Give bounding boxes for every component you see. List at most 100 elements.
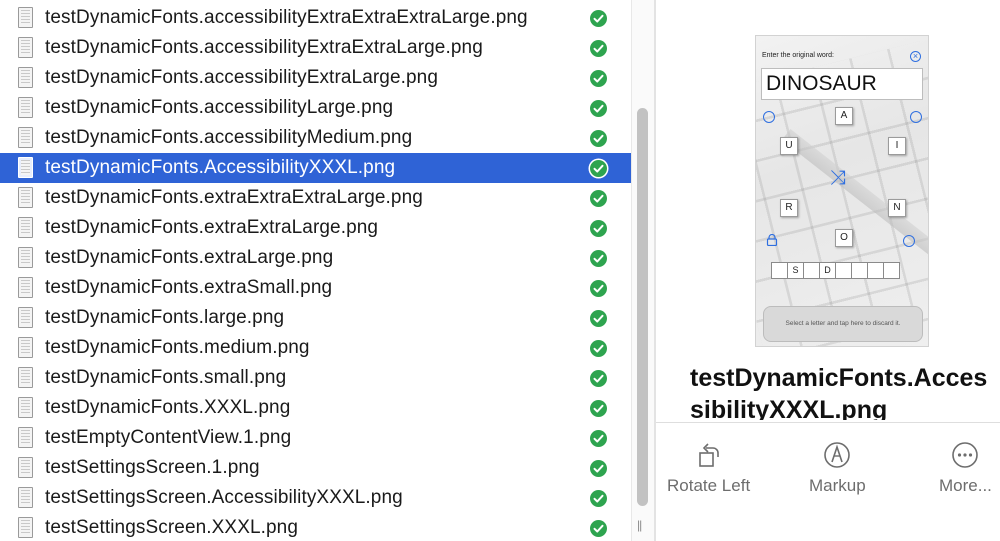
lock-icon <box>766 234 778 246</box>
file-list-row[interactable]: testDynamicFonts.extraLarge.png <box>0 243 631 273</box>
png-file-icon <box>18 187 33 208</box>
submit-arrow-icon <box>903 235 915 247</box>
scrollbar-thumb[interactable] <box>637 108 648 506</box>
png-file-icon <box>18 67 33 88</box>
png-file-icon <box>18 277 33 298</box>
shuffle-icon: ⤨ <box>830 167 846 189</box>
refresh-icon <box>910 111 922 123</box>
split-resize-handle[interactable]: || <box>637 518 642 532</box>
checkmark-icon <box>590 430 607 447</box>
thumbnail-hint: Select a letter and tap here to discard … <box>763 306 923 342</box>
preview-thumbnail: Enter the original word: × DINOSAUR A U … <box>755 35 929 347</box>
file-name: testDynamicFonts.extraSmall.png <box>45 277 333 298</box>
png-file-icon <box>18 517 33 538</box>
file-list-row[interactable]: testDynamicFonts.small.png <box>0 363 631 393</box>
png-file-icon <box>18 157 33 178</box>
checkmark-icon <box>590 190 607 207</box>
checkmark-icon <box>590 340 607 357</box>
file-name: testDynamicFonts.accessibilityMedium.png <box>45 127 413 148</box>
markup-button[interactable]: Markup <box>809 440 866 496</box>
checkmark-icon <box>590 160 607 177</box>
png-file-icon <box>18 127 33 148</box>
markup-label: Markup <box>809 476 866 495</box>
file-list-row[interactable]: testDynamicFonts.extraExtraExtraLarge.pn… <box>0 183 631 213</box>
markup-pen-icon <box>824 442 851 468</box>
preview-pane: Enter the original word: × DINOSAUR A U … <box>656 0 1000 541</box>
answer-slot <box>771 262 788 279</box>
file-list-row[interactable]: testDynamicFonts.XXXL.png <box>0 393 631 423</box>
checkmark-icon <box>590 370 607 387</box>
file-name: testEmptyContentView.1.png <box>45 427 292 448</box>
answer-slot <box>883 262 900 279</box>
file-name: testSettingsScreen.1.png <box>45 457 260 478</box>
png-file-icon <box>18 217 33 238</box>
rotate-left-button[interactable]: Rotate Left <box>667 440 750 496</box>
file-name: testDynamicFonts.small.png <box>45 367 287 388</box>
png-file-icon <box>18 427 33 448</box>
file-list-row[interactable]: testSettingsScreen.1.png <box>0 453 631 483</box>
checkmark-icon <box>590 490 607 507</box>
file-name: testDynamicFonts.accessibilityExtraExtra… <box>45 7 528 28</box>
png-file-icon <box>18 247 33 268</box>
answer-slot: S <box>787 262 804 279</box>
letter-tile: A <box>835 107 853 125</box>
thumbnail-word-field: DINOSAUR <box>761 68 923 100</box>
checkmark-icon <box>590 100 607 117</box>
file-name: testDynamicFonts.medium.png <box>45 337 310 358</box>
png-file-icon <box>18 457 33 478</box>
file-name: testDynamicFonts.accessibilityExtraLarge… <box>45 67 439 88</box>
actions-divider <box>656 422 1000 423</box>
png-file-icon <box>18 97 33 118</box>
letter-tile: I <box>888 137 906 155</box>
file-list-row[interactable]: testDynamicFonts.extraExtraLarge.png <box>0 213 631 243</box>
file-name: testDynamicFonts.XXXL.png <box>45 397 291 418</box>
file-list: testDynamicFonts.accessibilityExtraExtra… <box>0 0 631 541</box>
file-list-row[interactable]: testDynamicFonts.accessibilityMedium.png <box>0 123 631 153</box>
png-file-icon <box>18 37 33 58</box>
checkmark-icon <box>590 220 607 237</box>
close-icon: × <box>910 51 921 62</box>
letter-tile: R <box>780 199 798 217</box>
answer-slot: D <box>819 262 836 279</box>
png-file-icon <box>18 397 33 418</box>
letter-tile: N <box>888 199 906 217</box>
file-list-row[interactable]: testEmptyContentView.1.png <box>0 423 631 453</box>
more-button[interactable]: More... <box>939 440 992 496</box>
checkmark-icon <box>590 280 607 297</box>
answer-slot <box>867 262 884 279</box>
file-list-row[interactable]: testDynamicFonts.accessibilityLarge.png <box>0 93 631 123</box>
file-list-row[interactable]: testDynamicFonts.accessibilityExtraExtra… <box>0 3 631 33</box>
file-list-row[interactable]: testDynamicFonts.extraSmall.png <box>0 273 631 303</box>
file-list-row[interactable]: testDynamicFonts.AccessibilityXXXL.png <box>0 153 631 183</box>
png-file-icon <box>18 367 33 388</box>
file-list-row[interactable]: testDynamicFonts.large.png <box>0 303 631 333</box>
preview-title: testDynamicFonts.AccessibilityXXXL.png <box>690 364 988 420</box>
png-file-icon <box>18 487 33 508</box>
file-name: testDynamicFonts.AccessibilityXXXL.png <box>45 157 396 178</box>
file-list-row[interactable]: testSettingsScreen.AccessibilityXXXL.png <box>0 483 631 513</box>
more-ellipsis-icon <box>952 442 979 468</box>
file-name: testSettingsScreen.AccessibilityXXXL.png <box>45 487 403 508</box>
checkmark-icon <box>590 250 607 267</box>
png-file-icon <box>18 307 33 328</box>
rotate-left-icon <box>698 443 719 467</box>
file-list-row[interactable]: testDynamicFonts.accessibilityExtraLarge… <box>0 63 631 93</box>
checkmark-icon <box>590 130 607 147</box>
file-list-row[interactable]: testDynamicFonts.medium.png <box>0 333 631 363</box>
checkmark-icon <box>590 520 607 537</box>
file-name: testDynamicFonts.extraExtraLarge.png <box>45 217 379 238</box>
answer-slot <box>803 262 820 279</box>
file-name: testSettingsScreen.XXXL.png <box>45 517 299 538</box>
checkmark-icon <box>590 40 607 57</box>
png-file-icon <box>18 7 33 28</box>
checkmark-icon <box>590 400 607 417</box>
letter-tile: O <box>835 229 853 247</box>
settings-icon <box>763 111 775 123</box>
checkmark-icon <box>590 310 607 327</box>
checkmark-icon <box>590 10 607 27</box>
file-list-row[interactable]: testDynamicFonts.accessibilityExtraExtra… <box>0 33 631 63</box>
file-list-row[interactable]: testSettingsScreen.XXXL.png <box>0 513 631 541</box>
checkmark-icon <box>590 460 607 477</box>
thumbnail-prompt: Enter the original word: <box>762 52 834 59</box>
file-name: testDynamicFonts.accessibilityExtraExtra… <box>45 37 483 58</box>
